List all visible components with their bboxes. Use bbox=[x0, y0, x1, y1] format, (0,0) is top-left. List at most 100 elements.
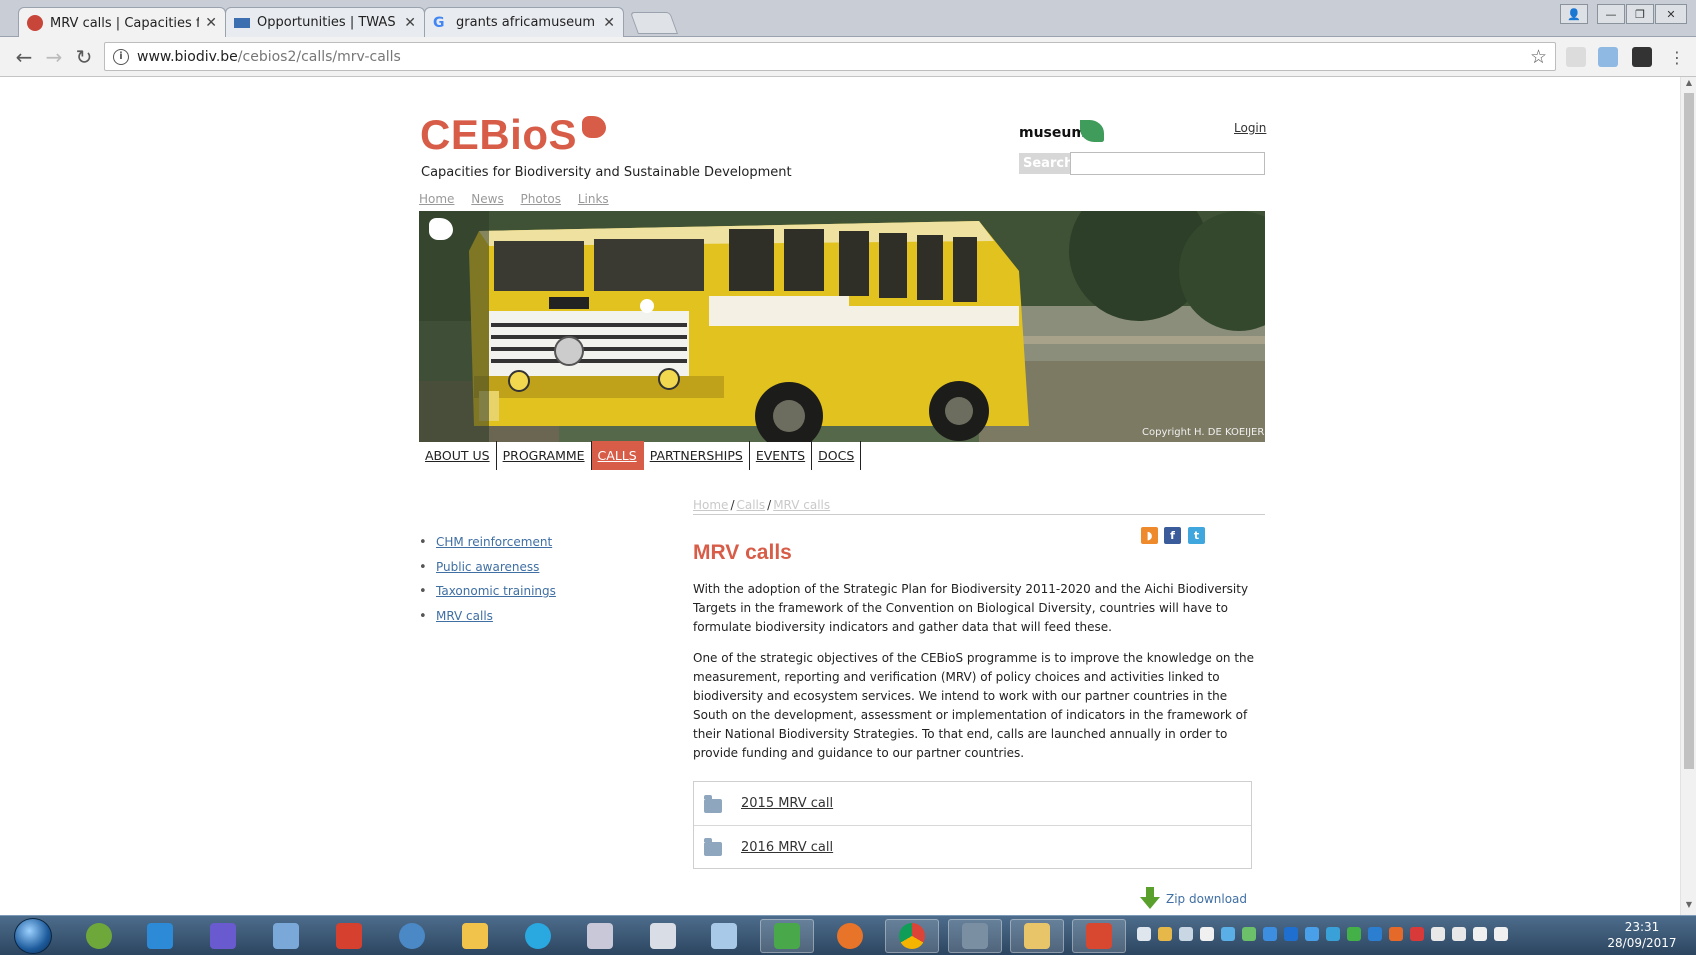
sidebar-link[interactable]: CHM reinforcement bbox=[436, 535, 552, 549]
app-taskbar-icon[interactable] bbox=[948, 919, 1002, 953]
windows-taskbar: 23:31 28/09/2017 bbox=[0, 915, 1696, 955]
nav-about-us[interactable]: ABOUT US bbox=[419, 441, 497, 470]
web-page: CEBioS Capacities for Biodiversity and S… bbox=[0, 77, 1680, 915]
cebios-favicon-icon bbox=[27, 15, 43, 31]
chrome-taskbar-icon[interactable] bbox=[885, 919, 939, 953]
file-link-2015[interactable]: 2015 MRV call bbox=[741, 796, 833, 811]
scrollbar-thumb[interactable] bbox=[1684, 93, 1694, 769]
folder-icon bbox=[704, 838, 722, 856]
calculator-taskbar-icon[interactable] bbox=[636, 919, 690, 953]
tray-icon[interactable] bbox=[1368, 927, 1382, 941]
tray-icon[interactable] bbox=[1326, 927, 1340, 941]
sidebar-item-public-awareness: Public awareness bbox=[419, 560, 556, 585]
tab-twas[interactable]: Opportunities | TWAS ✕ bbox=[225, 7, 425, 37]
sidebar-menu: CHM reinforcement Public awareness Taxon… bbox=[419, 535, 556, 633]
tray-icon[interactable] bbox=[1242, 927, 1256, 941]
search-taskbar-icon[interactable] bbox=[511, 919, 565, 953]
breadcrumb-home[interactable]: Home bbox=[693, 498, 728, 512]
user-profile-icon[interactable]: 👤 bbox=[1560, 4, 1588, 24]
network-icon[interactable] bbox=[1473, 927, 1487, 941]
tab-title: grants africamuseum - G bbox=[456, 15, 597, 30]
file-row: 2016 MRV call bbox=[694, 825, 1251, 868]
help-icon[interactable] bbox=[1179, 927, 1193, 941]
reload-icon[interactable]: ↻ bbox=[72, 45, 96, 69]
info-icon[interactable]: i bbox=[113, 48, 129, 65]
clock-time: 23:31 bbox=[1624, 920, 1660, 934]
url-path: /cebios2/calls/mrv-calls bbox=[237, 48, 401, 65]
facebook-icon[interactable]: f bbox=[1164, 527, 1181, 544]
tab-google-search[interactable]: G grants africamuseum - G ✕ bbox=[424, 7, 624, 37]
scroll-up-arrow-icon[interactable]: ▲ bbox=[1681, 78, 1696, 92]
app-taskbar-icon[interactable] bbox=[1072, 919, 1126, 953]
bookmark-star-icon[interactable]: ☆ bbox=[1530, 46, 1547, 68]
sidebar-link[interactable]: Public awareness bbox=[436, 560, 539, 574]
page-title: MRV calls bbox=[693, 541, 792, 564]
vertical-scrollbar[interactable]: ▲ ▼ bbox=[1680, 77, 1696, 915]
app-taskbar-icon[interactable] bbox=[760, 919, 814, 953]
app-taskbar-icon[interactable] bbox=[697, 919, 751, 953]
file-link-2016[interactable]: 2016 MRV call bbox=[741, 840, 833, 855]
nav-programme[interactable]: PROGRAMME bbox=[497, 441, 592, 470]
close-icon[interactable]: ✕ bbox=[404, 15, 416, 31]
app-taskbar-icon[interactable] bbox=[259, 919, 313, 953]
dropbox-icon[interactable] bbox=[1263, 927, 1277, 941]
tray-icon[interactable] bbox=[1137, 927, 1151, 941]
close-icon[interactable]: ✕ bbox=[205, 15, 217, 31]
volume-muted-icon[interactable] bbox=[1494, 927, 1508, 941]
zip-download-link[interactable]: Zip download bbox=[1140, 887, 1247, 909]
tray-icon[interactable] bbox=[1284, 927, 1298, 941]
start-button[interactable] bbox=[14, 918, 52, 954]
restore-icon[interactable]: ❐ bbox=[1626, 4, 1654, 24]
address-bar[interactable]: i www.biodiv.be/cebios2/calls/mrv-calls … bbox=[104, 42, 1556, 71]
extension-icon[interactable] bbox=[1598, 47, 1618, 67]
explorer-taskbar-icon[interactable] bbox=[1010, 919, 1064, 953]
file-row: 2015 MRV call bbox=[694, 782, 1251, 825]
extension-icon[interactable] bbox=[1632, 47, 1652, 67]
top-links: Home News Photos Links bbox=[419, 192, 622, 206]
sidebar-link[interactable]: MRV calls bbox=[436, 609, 493, 623]
nav-calls[interactable]: CALLS bbox=[591, 441, 644, 470]
app-taskbar-icon[interactable] bbox=[448, 919, 502, 953]
tray-icon[interactable] bbox=[1200, 927, 1214, 941]
flag-icon[interactable] bbox=[1431, 927, 1445, 941]
browser-toolbar: ← → ↻ i www.biodiv.be/cebios2/calls/mrv-… bbox=[0, 37, 1696, 77]
tray-icon[interactable] bbox=[1347, 927, 1361, 941]
breadcrumb-mrv-calls[interactable]: MRV calls bbox=[773, 498, 830, 512]
qgis-taskbar-icon[interactable] bbox=[72, 919, 126, 953]
top-link-news[interactable]: News bbox=[471, 192, 503, 206]
tray-icon[interactable] bbox=[1389, 927, 1403, 941]
app-taskbar-icon[interactable] bbox=[196, 919, 250, 953]
firefox-taskbar-icon[interactable] bbox=[823, 919, 877, 953]
close-icon[interactable]: ✕ bbox=[603, 15, 615, 31]
app-taskbar-icon[interactable] bbox=[385, 919, 439, 953]
extension-icon[interactable] bbox=[1566, 47, 1586, 67]
tray-icon[interactable] bbox=[1305, 927, 1319, 941]
top-link-links[interactable]: Links bbox=[578, 192, 609, 206]
app-taskbar-icon[interactable] bbox=[133, 919, 187, 953]
breadcrumb-calls[interactable]: Calls bbox=[736, 498, 765, 512]
scroll-down-arrow-icon[interactable]: ▼ bbox=[1681, 900, 1696, 914]
rss-icon[interactable]: ◗ bbox=[1141, 527, 1158, 544]
taskbar-clock[interactable]: 23:31 28/09/2017 bbox=[1600, 919, 1684, 951]
top-link-photos[interactable]: Photos bbox=[521, 192, 561, 206]
sidebar-item-chm-reinforcement: CHM reinforcement bbox=[419, 535, 556, 560]
tray-icon[interactable] bbox=[1452, 927, 1466, 941]
breadcrumb: Home / Calls / MRV calls bbox=[693, 498, 1265, 515]
new-tab-button[interactable] bbox=[629, 12, 679, 34]
cebios-logo[interactable]: CEBioS bbox=[420, 111, 577, 159]
top-link-home[interactable]: Home bbox=[419, 192, 454, 206]
download-arrow-icon bbox=[1140, 887, 1160, 909]
minimize-icon[interactable]: — bbox=[1597, 4, 1625, 24]
tray-icon[interactable] bbox=[1158, 927, 1172, 941]
close-window-icon[interactable]: ✕ bbox=[1655, 4, 1687, 24]
tray-icon[interactable] bbox=[1221, 927, 1235, 941]
sidebar-link[interactable]: Taxonomic trainings bbox=[436, 584, 556, 598]
forward-arrow-icon[interactable]: → bbox=[42, 45, 66, 69]
app-taskbar-icon[interactable] bbox=[573, 919, 627, 953]
tray-icon[interactable] bbox=[1410, 927, 1424, 941]
menu-dots-icon[interactable]: ⋮ bbox=[1667, 45, 1687, 69]
app-taskbar-icon[interactable] bbox=[322, 919, 376, 953]
back-arrow-icon[interactable]: ← bbox=[12, 45, 36, 69]
tab-mrv-calls[interactable]: MRV calls | Capacities fo ✕ bbox=[18, 7, 226, 38]
twitter-icon[interactable]: t bbox=[1188, 527, 1205, 544]
